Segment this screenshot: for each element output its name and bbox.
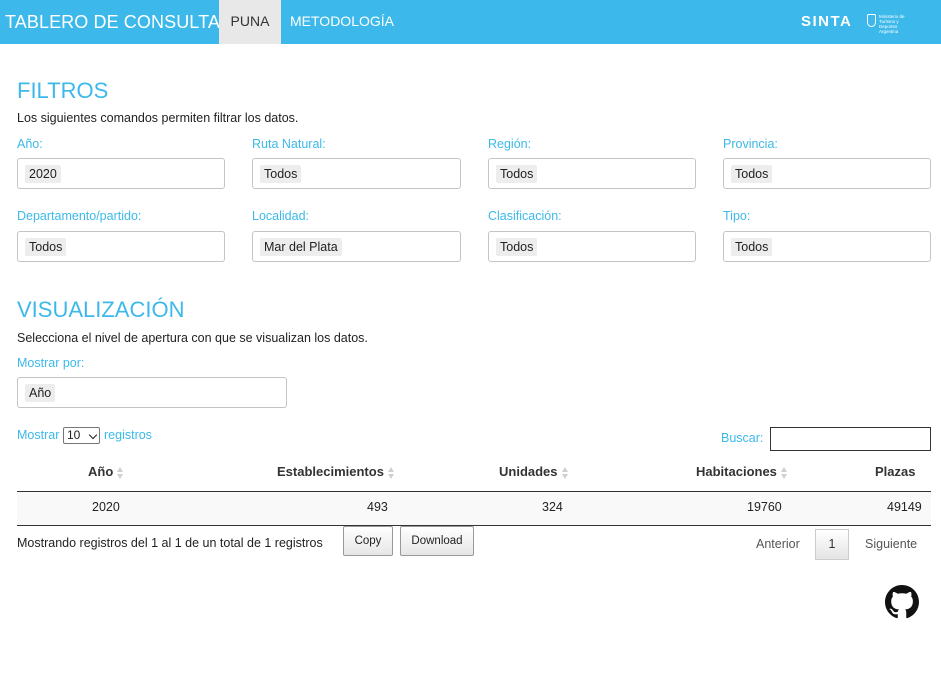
download-button[interactable]: Download bbox=[400, 526, 474, 556]
sinta-logo: SINTA bbox=[801, 13, 853, 30]
filter-select-clasificacion[interactable]: Todos bbox=[488, 231, 696, 262]
show-by-select[interactable]: Año bbox=[17, 377, 287, 408]
selected-chip[interactable]: Todos bbox=[731, 238, 773, 256]
selected-chip[interactable]: Todos bbox=[496, 165, 538, 183]
selected-chip[interactable]: Todos bbox=[731, 165, 773, 183]
search-label: Buscar: bbox=[721, 431, 764, 445]
table-cell-establecimientos: 493 bbox=[367, 500, 388, 514]
pagination-previous[interactable]: Anterior bbox=[756, 537, 800, 551]
ministry-logo: Ministerio de Turismo y Deportes Argenti… bbox=[867, 13, 911, 34]
column-header-label: Plazas bbox=[875, 464, 916, 479]
column-header-habitaciones[interactable]: Habitaciones bbox=[696, 464, 788, 479]
filter-label-provincia: Provincia: bbox=[723, 137, 778, 151]
filter-label-tipo: Tipo: bbox=[723, 209, 751, 223]
column-header-anio[interactable]: Año bbox=[88, 464, 124, 479]
sort-icon bbox=[117, 466, 124, 479]
github-icon[interactable] bbox=[885, 585, 919, 619]
shield-icon bbox=[867, 14, 876, 27]
page-length-value: 10 bbox=[67, 428, 81, 442]
visualization-description: Selecciona el nivel de apertura con que … bbox=[17, 331, 368, 345]
filter-select-anio[interactable]: 2020 bbox=[17, 158, 225, 189]
tab-puna[interactable]: PUNA bbox=[219, 0, 281, 44]
table-row[interactable] bbox=[17, 492, 931, 525]
filter-select-ruta-natural[interactable]: Todos bbox=[252, 158, 461, 189]
sort-icon bbox=[561, 466, 569, 479]
copy-button[interactable]: Copy bbox=[343, 526, 393, 556]
table-cell-habitaciones: 19760 bbox=[747, 500, 782, 514]
sort-icon bbox=[387, 466, 395, 479]
ministry-logo-text: Ministerio de Turismo y Deportes Argenti… bbox=[879, 14, 905, 34]
filter-label-region: Región: bbox=[488, 137, 532, 151]
top-navbar: TABLERO DE CONSULTAS PUNA METODOLOGÍA SI… bbox=[0, 0, 941, 44]
filter-label-anio: Año: bbox=[17, 137, 43, 151]
filter-select-tipo[interactable]: Todos bbox=[723, 231, 931, 262]
filter-label-departamento: Departamento/partido: bbox=[17, 209, 142, 223]
pagination-next[interactable]: Siguiente bbox=[865, 537, 917, 551]
page-length-select[interactable]: 10 bbox=[63, 427, 100, 444]
filter-select-provincia[interactable]: Todos bbox=[723, 158, 931, 189]
visualization-title: VISUALIZACIÓN bbox=[17, 297, 185, 322]
filters-description: Los siguientes comandos permiten filtrar… bbox=[17, 111, 299, 125]
tab-metodologia[interactable]: METODOLOGÍA bbox=[287, 0, 397, 44]
column-header-unidades[interactable]: Unidades bbox=[499, 464, 569, 479]
column-header-establecimientos[interactable]: Establecimientos bbox=[277, 464, 395, 479]
selected-chip[interactable]: Todos bbox=[25, 238, 67, 256]
selected-chip[interactable]: 2020 bbox=[25, 165, 61, 183]
column-header-label: Habitaciones bbox=[696, 464, 777, 479]
filter-select-departamento[interactable]: Todos bbox=[17, 231, 225, 262]
filter-label-clasificacion: Clasificación: bbox=[488, 209, 562, 223]
pagination-page-1[interactable]: 1 bbox=[815, 529, 849, 560]
selected-chip[interactable]: Año bbox=[25, 384, 56, 402]
length-label: Mostrar bbox=[17, 428, 60, 442]
column-header-plazas[interactable]: Plazas bbox=[875, 464, 915, 479]
selected-chip[interactable]: Mar del Plata bbox=[260, 238, 342, 256]
column-header-label: Año bbox=[88, 464, 114, 479]
column-header-label: Establecimientos bbox=[277, 464, 384, 479]
column-header-label: Unidades bbox=[499, 464, 558, 479]
show-by-label: Mostrar por: bbox=[17, 356, 85, 370]
filter-label-localidad: Localidad: bbox=[252, 209, 309, 223]
length-suffix: registros bbox=[104, 428, 152, 442]
sort-icon bbox=[780, 466, 788, 479]
table-info: Mostrando registros del 1 al 1 de un tot… bbox=[17, 536, 323, 550]
filter-label-ruta-natural: Ruta Natural: bbox=[252, 137, 326, 151]
selected-chip[interactable]: Todos bbox=[260, 165, 302, 183]
table-cell-anio: 2020 bbox=[92, 500, 120, 514]
table-cell-unidades: 324 bbox=[542, 500, 563, 514]
filters-title: FILTROS bbox=[17, 78, 109, 103]
table-bottom-divider bbox=[17, 525, 931, 526]
chevron-down-icon bbox=[88, 430, 98, 440]
search-input[interactable] bbox=[770, 427, 931, 451]
app-title[interactable]: TABLERO DE CONSULTAS bbox=[5, 12, 232, 33]
filter-select-region[interactable]: Todos bbox=[488, 158, 696, 189]
table-cell-plazas: 49149 bbox=[887, 500, 922, 514]
selected-chip[interactable]: Todos bbox=[496, 238, 538, 256]
filter-select-localidad[interactable]: Mar del Plata bbox=[252, 231, 461, 262]
